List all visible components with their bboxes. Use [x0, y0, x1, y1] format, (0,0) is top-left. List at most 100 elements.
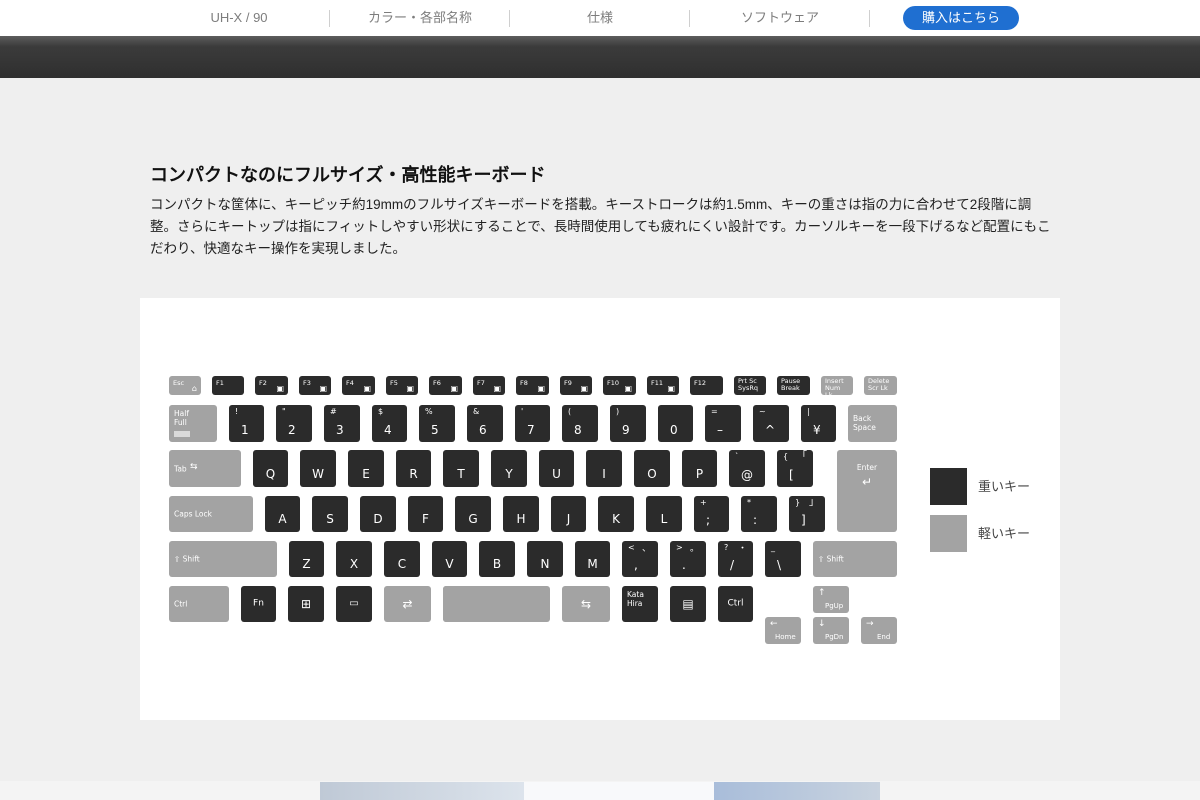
key-h: H [503, 496, 539, 532]
key-y: Y [491, 450, 527, 487]
key-e: E [348, 450, 384, 487]
key-1: ! 1 [229, 405, 264, 442]
key-k: K [598, 496, 634, 532]
key-menu: ▤ [670, 586, 706, 622]
key-shift-left: ⇧ Shift [169, 541, 277, 577]
key-delete: Delete Scr Lk [864, 376, 897, 395]
legend-light-label: 軽いキー [978, 526, 1031, 541]
key-6: & 6 [467, 405, 503, 442]
key-l: L [646, 496, 682, 532]
key-f1: F1 [212, 376, 244, 395]
key-x: X [336, 541, 372, 577]
key-period: >。. [670, 541, 706, 577]
key-5: % 5 [419, 405, 455, 442]
key-insert: Insert Num Lk [821, 376, 853, 398]
key-yen: | ¥ [801, 405, 836, 442]
key-esc: Esc ⌂ [169, 376, 201, 395]
key-n: N [527, 541, 563, 577]
key-tab: Tab ⇆ [169, 450, 241, 487]
key-r: R [396, 450, 431, 487]
key-g: G [455, 496, 491, 532]
key-arrow-left: ← Home [765, 617, 801, 644]
key-f8: F8 ▣ [516, 376, 549, 395]
key-3: #3 [324, 405, 360, 442]
key-fn: Fn [241, 586, 276, 622]
key-s: S [312, 496, 348, 532]
key-caret: ~ ^ [753, 405, 789, 442]
key-t: T [443, 450, 479, 487]
key-f10: F10 ▣ [603, 376, 636, 395]
key-d: D [360, 496, 396, 532]
key-ctrl-left: Ctrl [169, 586, 229, 622]
legend-light-swatch [930, 515, 967, 552]
key-minus: = – [705, 405, 741, 442]
key-u: U [539, 450, 574, 487]
key-f11: F11 ▣ [647, 376, 679, 395]
key-4: $4 [372, 405, 407, 442]
alt-icon: ▭ [349, 598, 359, 609]
key-m: M [575, 541, 610, 577]
nav-link-colors-parts[interactable]: カラー・各部名称 [330, 0, 510, 36]
menu-icon: ▤ [682, 597, 694, 611]
buy-button[interactable]: 購入はこちら [903, 6, 1019, 30]
keyboard-diagram-panel: Esc ⌂ F1 F2 ▣ F3 ▣ F4 ▣ F5 ▣ F6 ▣ F7 ▣ F8 ▣ F9 ▣ … [140, 298, 1060, 720]
key-j: J [551, 496, 586, 532]
key-f4: F4 ▣ [342, 376, 375, 395]
key-semicolon: +; [694, 496, 729, 532]
legend-heavy-label: 重いキー [978, 479, 1031, 494]
key-enter: Enter ↵ [837, 450, 897, 532]
section-description: コンパクトな筐体に、キーピッチ約19mmのフルサイズキーボードを搭載。キーストロ… [150, 197, 1051, 256]
key-o: O [634, 450, 670, 487]
henkan-icon: ⇆ [580, 597, 592, 611]
muhenkan-icon: ⇄ [402, 597, 413, 611]
nav-link-model[interactable]: UH-X / 90 [150, 0, 328, 36]
key-f5: F5 ▣ [386, 376, 418, 395]
key-z: Z [289, 541, 324, 577]
key-p: P [682, 450, 717, 487]
key-henkan: ⇆ [562, 586, 610, 622]
key-f: F [408, 496, 443, 532]
key-0: 0 [658, 405, 693, 442]
key-9: ) 9 [610, 405, 646, 442]
key-alt: ▭ [336, 586, 372, 622]
key-prtsc: Prt Sc SysRq [734, 376, 766, 395]
key-w: W [300, 450, 336, 487]
key-caps-lock: Caps Lock [169, 496, 253, 532]
key-2: " 2 [276, 405, 312, 442]
key-left-bracket: {「[ [777, 450, 813, 487]
key-v: V [432, 541, 467, 577]
header-band [0, 36, 1200, 78]
key-at: ` @ [729, 450, 765, 487]
key-7: ' 7 [515, 405, 550, 442]
key-space [443, 586, 550, 622]
key-q: Q [253, 450, 288, 487]
legend-heavy-swatch [930, 468, 967, 505]
key-colon: *: [741, 496, 777, 532]
laptop-screen-image [524, 782, 714, 800]
key-arrow-up: ↑ PgUp [813, 586, 849, 613]
key-f6: F6 ▣ [429, 376, 462, 395]
nav-link-software[interactable]: ソフトウェア [690, 0, 870, 36]
key-c: C [384, 541, 420, 577]
key-8: (8 [562, 405, 598, 442]
key-arrow-right: → End [861, 617, 897, 644]
nav-link-specs[interactable]: 仕様 [510, 0, 690, 36]
key-windows: ⊞ [288, 586, 324, 622]
key-f9: F9 ▣ [560, 376, 592, 395]
key-f7: F7 ▣ [473, 376, 505, 395]
key-ctrl-right: Ctrl [718, 586, 753, 622]
nav-divider [869, 10, 870, 27]
section-title: コンパクトなのにフルサイズ・高性能キーボード [150, 165, 546, 185]
key-comma: <、, [622, 541, 658, 577]
key-shift-right: ⇧ Shift [813, 541, 897, 577]
key-right-bracket: }」] [789, 496, 825, 532]
top-navigation: UH-X / 90 カラー・各部名称 仕様 ソフトウェア 購入はこちら [0, 0, 1200, 36]
key-a: A [265, 496, 300, 532]
key-i: I [586, 450, 622, 487]
key-f2: F2 ▣ [255, 376, 288, 395]
windows-icon: ⊞ [300, 597, 312, 611]
key-half-full: Half Full [169, 405, 217, 442]
key-slash: ? ・ / [718, 541, 753, 577]
key-f3: F3 ▣ [299, 376, 331, 395]
key-kata-hira: Kata Hira [622, 586, 658, 622]
